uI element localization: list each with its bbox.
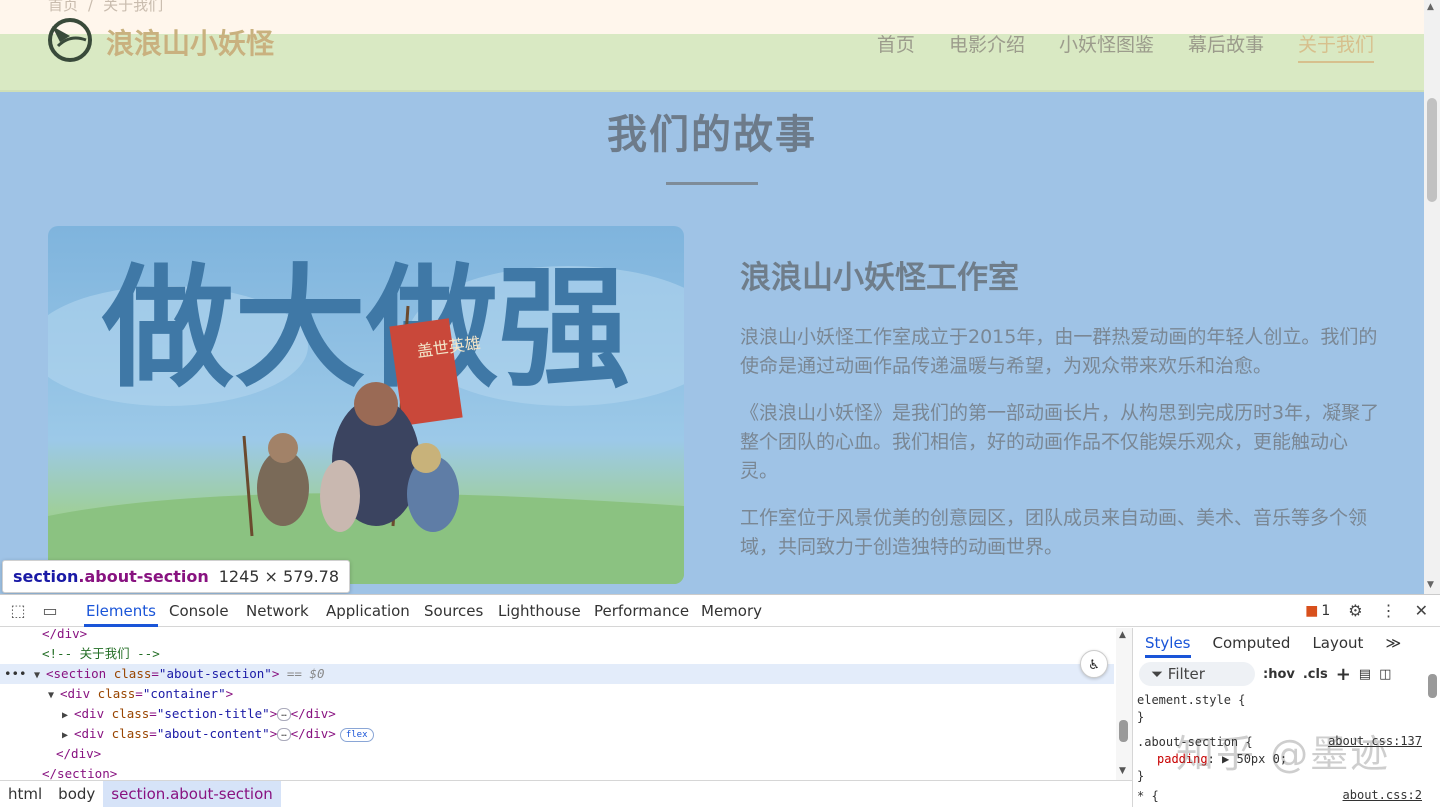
dom-line-section-title[interactable]: ▶ <div class="section-title">… </div> [62,704,336,724]
expand-section-icon[interactable]: ▼ [34,666,46,686]
add-rule-icon[interactable]: + [1336,664,1351,685]
css-source-link-2[interactable]: about.css:2 [1343,788,1422,802]
main-nav: 首页 电影介绍 小妖怪图鉴 幕后故事 关于我们 [877,30,1374,63]
about-paragraph-3: 工作室位于风景优美的创意园区，团队成员来自动画、美术、音乐等多个领域，共同致力于… [740,507,1368,558]
css-rule-universal[interactable]: * { [1137,788,1159,805]
styles-filter-row: ⏷ Filter :hov .cls + ▤ ◫ [1133,660,1423,688]
nav-behind-scenes[interactable]: 幕后故事 [1188,30,1264,63]
nav-movie-intro[interactable]: 电影介绍 [949,30,1025,63]
styles-filter-input[interactable]: ⏷ Filter [1139,662,1255,686]
tab-memory[interactable]: Memory [699,595,764,627]
about-paragraph-2: 《浪浪山小妖怪》是我们的第一部动画长片，从构思到完成历时3年，凝聚了整个团队的心… [740,402,1380,482]
page-scrollbar-thumb[interactable] [1427,98,1437,202]
more-options-icon[interactable]: ⋮ [1381,601,1397,620]
dom-scrollbar-thumb[interactable] [1119,720,1128,742]
dom-tree[interactable]: </div> <!-- 关于我们 --> ••• ▼ <section class… [0,626,1116,781]
nav-home[interactable]: 首页 [877,30,915,63]
watermark: 知乎 @墨迹 [1176,732,1391,776]
styles-scrollbar-thumb[interactable] [1428,674,1437,698]
hover-state-toggle[interactable]: :hov [1263,667,1295,682]
site-navbar: 浪浪山小妖怪 首页 电影介绍 小妖怪图鉴 幕后故事 关于我们 [0,18,1424,92]
breadcrumb-current: 关于我们 [103,0,164,14]
filter-icon: ⏷ [1151,665,1168,683]
inspect-tooltip: section.about-section 1245 × 579.78 [2,560,351,593]
tab-styles[interactable]: Styles [1145,628,1191,658]
more-tabs-icon[interactable]: ≫ [1385,628,1401,658]
tab-performance[interactable]: Performance [592,595,691,627]
about-content: 浪浪山小妖怪工作室 浪浪山小妖怪工作室成立于2015年，由一群热爱动画的年轻人创… [740,252,1380,580]
issues-badge[interactable]: ■ 1 [1305,603,1330,619]
brand-name[interactable]: 浪浪山小妖怪 [106,22,274,62]
about-section: 我们的故事 做大做强 盖世英雄 浪浪山小妖怪工作室 浪浪山小妖怪工作室成立于20… [0,92,1424,594]
tab-application[interactable]: Application [324,595,412,627]
css-rule-element-style[interactable]: element.style { } [1137,692,1245,726]
poster-title-text: 做大做强 [101,252,630,406]
dom-line-section-selected[interactable]: ••• ▼ <section class="about-section"> == … [0,664,1114,684]
page-viewport: 首页 / 关于我们 浪浪山小妖怪 首页 电影介绍 小妖怪图鉴 幕后故事 关于我们 我… [0,0,1424,594]
dom-breadcrumb-section[interactable]: section.about-section [103,781,281,807]
dom-scroll-up-icon[interactable]: ▲ [1119,630,1126,640]
poster-illustration: 做大做强 盖世英雄 [48,252,684,584]
about-paragraph-1: 浪浪山小妖怪工作室成立于2015年，由一群热爱动画的年轻人创立。我们的使命是通过… [740,326,1378,377]
inspect-element-icon[interactable]: ⬚ [8,601,28,621]
dom-line-comment[interactable]: <!-- 关于我们 --> [42,644,160,664]
devtools-actions: ■ 1 ⚙ ⋮ ✕ [1305,601,1428,620]
logo-icon[interactable] [46,16,94,64]
paint-icon[interactable]: ▤ [1359,667,1371,682]
settings-gear-icon[interactable]: ⚙ [1348,601,1362,620]
sidebar-toggle-icon[interactable]: ◫ [1379,667,1391,682]
dom-line-container-close[interactable]: </div> [56,744,101,764]
expand-container-icon[interactable]: ▼ [48,686,60,706]
styles-scrollbar[interactable] [1425,658,1440,807]
dom-breadcrumb-html[interactable]: html [0,781,50,807]
breadcrumb-separator: / [88,0,94,14]
section-title-underline [666,182,758,185]
tab-sources[interactable]: Sources [422,595,485,627]
dom-tree-scrollbar[interactable]: ▲ ▼ [1116,628,1132,780]
tooltip-size: 1245 × 579.78 [218,567,340,586]
expand-about-content-icon[interactable]: ▶ [62,726,74,746]
tab-network[interactable]: Network [244,595,311,627]
dom-scroll-down-icon[interactable]: ▼ [1119,766,1126,776]
page-breadcrumb: 首页 / 关于我们 [48,0,163,15]
tab-computed[interactable]: Computed [1213,628,1291,658]
section-title: 我们的故事 [0,102,1424,185]
class-toggle[interactable]: .cls [1303,667,1328,682]
close-icon[interactable]: ✕ [1415,601,1428,620]
nav-about-us[interactable]: 关于我们 [1297,30,1374,63]
nav-monster-guide[interactable]: 小妖怪图鉴 [1059,30,1154,63]
tab-lighthouse[interactable]: Lighthouse [496,595,583,627]
devtools-tab-bar: ⬚ ▭ Elements Console Network Application… [0,595,1440,627]
dom-breadcrumbs: html body section.about-section [0,780,1132,807]
scroll-up-icon[interactable]: ▲ [1427,2,1434,12]
tab-console[interactable]: Console [167,595,231,627]
tab-layout[interactable]: Layout [1312,628,1363,658]
dom-node-menu-icon[interactable]: ••• [4,664,27,684]
breadcrumb-home[interactable]: 首页 [48,0,78,14]
styles-tab-bar: Styles Computed Layout ≫ [1133,628,1440,658]
about-image: 做大做强 盖世英雄 [48,226,684,584]
dom-line-container[interactable]: ▼ <div class="container"> [48,684,233,704]
dom-breadcrumb-body[interactable]: body [50,781,103,807]
studio-title: 浪浪山小妖怪工作室 [740,260,1019,296]
section-heading: 我们的故事 [607,112,817,158]
dom-line-about-content[interactable]: ▶ <div class="about-content">… </div> flex [62,724,374,744]
scroll-down-icon[interactable]: ▼ [1427,580,1434,590]
page-scrollbar[interactable]: ▲ ▼ [1424,0,1440,594]
flex-badge[interactable]: flex [339,727,374,742]
styles-pane: Styles Computed Layout ≫ ⏷ Filter :hov .… [1132,628,1440,807]
tab-elements[interactable]: Elements [84,595,158,627]
accessibility-icon[interactable]: ♿ [1080,650,1108,678]
tooltip-selector: section.about-section [13,567,209,586]
expand-section-title-icon[interactable]: ▶ [62,706,74,726]
dom-line-close-div[interactable]: </div> [42,624,87,644]
device-toolbar-icon[interactable]: ▭ [40,601,60,621]
